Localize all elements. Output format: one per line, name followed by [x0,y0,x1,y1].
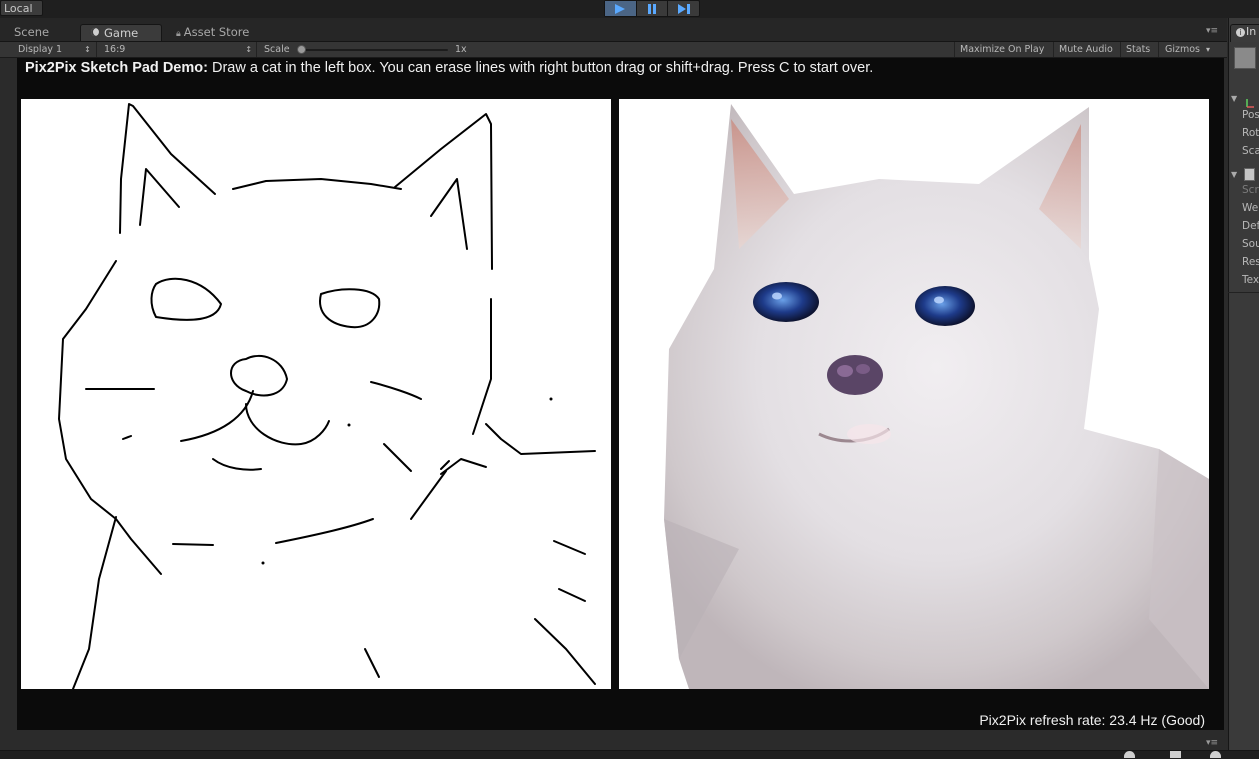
console-error-icon[interactable] [1210,751,1221,758]
transform-foldout-icon[interactable]: ▼ [1231,94,1237,103]
gizmos-label: Gizmos [1165,44,1201,55]
inspector-row-texture: Tex [1242,274,1259,286]
tab-game-label: Game [104,26,139,40]
instruction-body: Draw a cat in the left box. You can eras… [207,60,874,76]
maximize-on-play-toggle[interactable]: Maximize On Play [960,43,1044,56]
tab-inspector-label: In [1246,25,1257,38]
info-icon: i [1236,28,1245,37]
step-button[interactable] [668,1,699,16]
tab-inspector[interactable]: i In [1230,24,1259,42]
panel-menu-icon[interactable]: ▾≡ [1206,738,1218,748]
play-icon [615,3,626,14]
tab-asset-store-label: Asset Store [183,25,250,39]
step-icon [677,3,690,14]
console-warning-icon[interactable] [1170,751,1181,758]
inspector-row-position: Pos [1242,109,1259,121]
toolbar-divider [256,42,257,57]
mute-audio-toggle[interactable]: Mute Audio [1059,43,1113,56]
instruction-text: Pix2Pix Sketch Pad Demo: Draw a cat in t… [25,60,873,76]
select-arrows-icon: ↕ [84,45,91,54]
tab-asset-store[interactable]: 🔒︎ Asset Store [168,24,257,41]
inspector-divider [1228,292,1259,293]
sketch-pad-canvas[interactable] [21,99,611,689]
cat-sketch [58,103,596,689]
pause-icon [648,3,656,14]
gameobject-icon [1234,47,1256,69]
gizmos-toggle[interactable]: Gizmos ▾ [1165,43,1210,56]
scale-slider-handle[interactable] [297,45,306,54]
generated-cat-image [664,104,1209,689]
pix2pix-output-image [619,99,1209,689]
play-controls [604,0,700,17]
transform-axis-icon [1244,93,1254,108]
inspector-row-rotation: Rot [1242,127,1259,139]
toolbar-divider [96,42,97,57]
scale-value: 1x [455,44,467,55]
display-select[interactable]: Display 1 ↕ [18,43,91,56]
toolbar-divider [954,42,955,57]
select-arrows-icon: ↕ [245,45,253,54]
console-info-icon[interactable] [1124,751,1135,758]
inspector-row-scale: Sca [1242,145,1259,157]
scale-slider-track[interactable] [300,49,448,51]
script-icon [1244,168,1255,181]
aspect-select-value: 16:9 [104,44,126,55]
toolbar-divider [1120,42,1121,57]
toolbar-divider [1053,42,1054,57]
inspector-row-default: Def [1242,220,1259,232]
lock-icon: 🔒︎ [176,29,181,39]
toolbar-divider [1158,42,1159,57]
inspector-row-source: Sou [1242,238,1259,250]
tab-game[interactable]: Game [80,24,162,41]
local-toggle-button[interactable]: Local [0,0,43,16]
instruction-title: Pix2Pix Sketch Pad Demo: [25,60,208,76]
tab-menu-icon[interactable]: ▾≡ [1206,26,1218,36]
tab-scene[interactable]: Scene [6,24,57,41]
aspect-select[interactable]: 16:9 ↕ [104,43,252,56]
tab-scene-label: Scene [14,25,50,39]
refresh-rate-label: Pix2Pix refresh rate: 23.4 Hz (Good) [979,712,1205,728]
dropdown-arrow-icon: ▾ [1206,45,1211,54]
inspector-row-script: Scr [1242,184,1259,196]
stats-toggle[interactable]: Stats [1126,43,1150,56]
lower-panel-header [0,730,1227,750]
pause-button[interactable] [637,1,669,16]
script-foldout-icon[interactable]: ▼ [1231,170,1237,179]
play-button[interactable] [605,1,637,16]
scale-label: Scale [264,44,290,55]
display-select-value: Display 1 [18,44,63,55]
inspector-row-weights: We [1242,202,1259,214]
inspector-row-result: Res [1242,256,1259,268]
game-icon [89,26,101,38]
